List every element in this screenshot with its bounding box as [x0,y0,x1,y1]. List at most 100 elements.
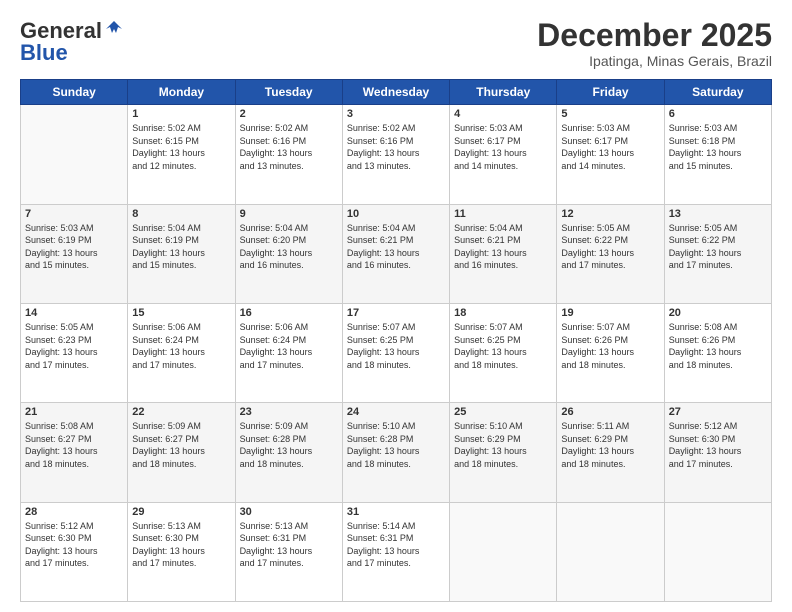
calendar-cell: 19 Sunrise: 5:07 AMSunset: 6:26 PMDayligh… [557,303,664,402]
calendar-cell: 22Sunrise: 5:09 AMSunset: 6:27 PMDayligh… [128,403,235,502]
day-info: Sunrise: 5:02 AMSunset: 6:16 PMDaylight:… [240,122,338,172]
day-info: Sunrise: 5:10 AMSunset: 6:28 PMDaylight:… [347,420,445,470]
day-number: 16 [240,307,338,319]
day-number: 8 [132,208,230,220]
weekday-header-friday: Friday [557,80,664,105]
day-number: 31 [347,506,445,518]
calendar-cell: 30Sunrise: 5:13 AMSunset: 6:31 PMDayligh… [235,502,342,601]
day-number: 19 [561,307,659,319]
day-number: 26 [561,406,659,418]
calendar-cell: 23Sunrise: 5:09 AMSunset: 6:28 PMDayligh… [235,403,342,502]
day-number: 24 [347,406,445,418]
day-number: 5 [561,108,659,120]
day-number: 20 [669,307,767,319]
day-number: 29 [132,506,230,518]
calendar-cell: 29 Sunrise: 5:13 AMSunset: 6:30 PMDayligh… [128,502,235,601]
day-info: Sunrise: 5:07 AMSunset: 6:26 PMDaylight:… [561,321,659,371]
day-number: 28 [25,506,123,518]
day-info: Sunrise: 5:12 AMSunset: 6:30 PMDaylight:… [25,520,123,570]
weekday-header-thursday: Thursday [450,80,557,105]
calendar-cell: 17 Sunrise: 5:07 AMSunset: 6:25 PMDayligh… [342,303,449,402]
day-number: 14 [25,307,123,319]
calendar-cell: 27 Sunrise: 5:12 AMSunset: 6:30 PMDayligh… [664,403,771,502]
calendar-week-3: 14 Sunrise: 5:05 AMSunset: 6:23 PMDayligh… [21,303,772,402]
location: Ipatinga, Minas Gerais, Brazil [537,53,772,69]
calendar-cell: 21 Sunrise: 5:08 AMSunset: 6:27 PMDayligh… [21,403,128,502]
logo-blue: Blue [20,40,68,66]
calendar-cell [557,502,664,601]
weekday-header-sunday: Sunday [21,80,128,105]
calendar-cell: 16 Sunrise: 5:06 AMSunset: 6:24 PMDayligh… [235,303,342,402]
day-number: 10 [347,208,445,220]
calendar-cell: 8 Sunrise: 5:04 AMSunset: 6:19 PMDaylight… [128,204,235,303]
calendar-cell: 14 Sunrise: 5:05 AMSunset: 6:23 PMDayligh… [21,303,128,402]
day-number: 3 [347,108,445,120]
logo: General Blue [20,18,124,66]
day-info: Sunrise: 5:03 AMSunset: 6:19 PMDaylight:… [25,222,123,272]
day-number: 12 [561,208,659,220]
calendar-cell: 3Sunrise: 5:02 AMSunset: 6:16 PMDaylight… [342,105,449,204]
day-number: 7 [25,208,123,220]
day-number: 1 [132,108,230,120]
day-number: 17 [347,307,445,319]
day-number: 2 [240,108,338,120]
day-info: Sunrise: 5:06 AMSunset: 6:24 PMDaylight:… [240,321,338,371]
header: General Blue December 2025 Ipatinga, Min… [20,18,772,69]
calendar-cell [664,502,771,601]
day-info: Sunrise: 5:07 AMSunset: 6:25 PMDaylight:… [454,321,552,371]
day-info: Sunrise: 5:09 AMSunset: 6:28 PMDaylight:… [240,420,338,470]
day-info: Sunrise: 5:08 AMSunset: 6:27 PMDaylight:… [25,420,123,470]
day-number: 9 [240,208,338,220]
day-info: Sunrise: 5:14 AMSunset: 6:31 PMDaylight:… [347,520,445,570]
day-info: Sunrise: 5:04 AMSunset: 6:19 PMDaylight:… [132,222,230,272]
calendar-week-4: 21 Sunrise: 5:08 AMSunset: 6:27 PMDayligh… [21,403,772,502]
calendar-cell: 6Sunrise: 5:03 AMSunset: 6:18 PMDaylight… [664,105,771,204]
calendar-cell: 2 Sunrise: 5:02 AMSunset: 6:16 PMDaylight… [235,105,342,204]
calendar-cell: 5Sunrise: 5:03 AMSunset: 6:17 PMDaylight… [557,105,664,204]
calendar-table: SundayMondayTuesdayWednesdayThursdayFrid… [20,79,772,602]
day-info: Sunrise: 5:04 AMSunset: 6:20 PMDaylight:… [240,222,338,272]
day-info: Sunrise: 5:06 AMSunset: 6:24 PMDaylight:… [132,321,230,371]
day-number: 15 [132,307,230,319]
day-info: Sunrise: 5:10 AMSunset: 6:29 PMDaylight:… [454,420,552,470]
day-info: Sunrise: 5:05 AMSunset: 6:22 PMDaylight:… [669,222,767,272]
calendar-week-5: 28 Sunrise: 5:12 AMSunset: 6:30 PMDayligh… [21,502,772,601]
calendar-week-2: 7 Sunrise: 5:03 AMSunset: 6:19 PMDaylight… [21,204,772,303]
weekday-header-row: SundayMondayTuesdayWednesdayThursdayFrid… [21,80,772,105]
page: General Blue December 2025 Ipatinga, Min… [0,0,792,612]
calendar-cell: 7 Sunrise: 5:03 AMSunset: 6:19 PMDaylight… [21,204,128,303]
day-number: 13 [669,208,767,220]
calendar-cell: 12Sunrise: 5:05 AMSunset: 6:22 PMDayligh… [557,204,664,303]
month-title: December 2025 [537,18,772,53]
weekday-header-tuesday: Tuesday [235,80,342,105]
day-info: Sunrise: 5:04 AMSunset: 6:21 PMDaylight:… [347,222,445,272]
day-number: 30 [240,506,338,518]
day-number: 6 [669,108,767,120]
day-number: 18 [454,307,552,319]
day-info: Sunrise: 5:07 AMSunset: 6:25 PMDaylight:… [347,321,445,371]
calendar-cell: 18 Sunrise: 5:07 AMSunset: 6:25 PMDayligh… [450,303,557,402]
weekday-header-wednesday: Wednesday [342,80,449,105]
calendar-cell: 24 Sunrise: 5:10 AMSunset: 6:28 PMDayligh… [342,403,449,502]
calendar-cell [21,105,128,204]
weekday-header-monday: Monday [128,80,235,105]
calendar-cell: 28 Sunrise: 5:12 AMSunset: 6:30 PMDayligh… [21,502,128,601]
calendar-cell: 9 Sunrise: 5:04 AMSunset: 6:20 PMDaylight… [235,204,342,303]
calendar-cell: 4 Sunrise: 5:03 AMSunset: 6:17 PMDaylight… [450,105,557,204]
day-info: Sunrise: 5:05 AMSunset: 6:23 PMDaylight:… [25,321,123,371]
day-number: 22 [132,406,230,418]
day-number: 21 [25,406,123,418]
day-info: Sunrise: 5:03 AMSunset: 6:17 PMDaylight:… [454,122,552,172]
day-number: 27 [669,406,767,418]
day-number: 4 [454,108,552,120]
day-number: 25 [454,406,552,418]
calendar-cell: 31 Sunrise: 5:14 AMSunset: 6:31 PMDayligh… [342,502,449,601]
calendar-cell: 20Sunrise: 5:08 AMSunset: 6:26 PMDayligh… [664,303,771,402]
calendar-cell: 11Sunrise: 5:04 AMSunset: 6:21 PMDayligh… [450,204,557,303]
day-info: Sunrise: 5:13 AMSunset: 6:30 PMDaylight:… [132,520,230,570]
day-info: Sunrise: 5:12 AMSunset: 6:30 PMDaylight:… [669,420,767,470]
calendar-cell: 13 Sunrise: 5:05 AMSunset: 6:22 PMDayligh… [664,204,771,303]
calendar-cell: 10 Sunrise: 5:04 AMSunset: 6:21 PMDayligh… [342,204,449,303]
day-number: 11 [454,208,552,220]
weekday-header-saturday: Saturday [664,80,771,105]
